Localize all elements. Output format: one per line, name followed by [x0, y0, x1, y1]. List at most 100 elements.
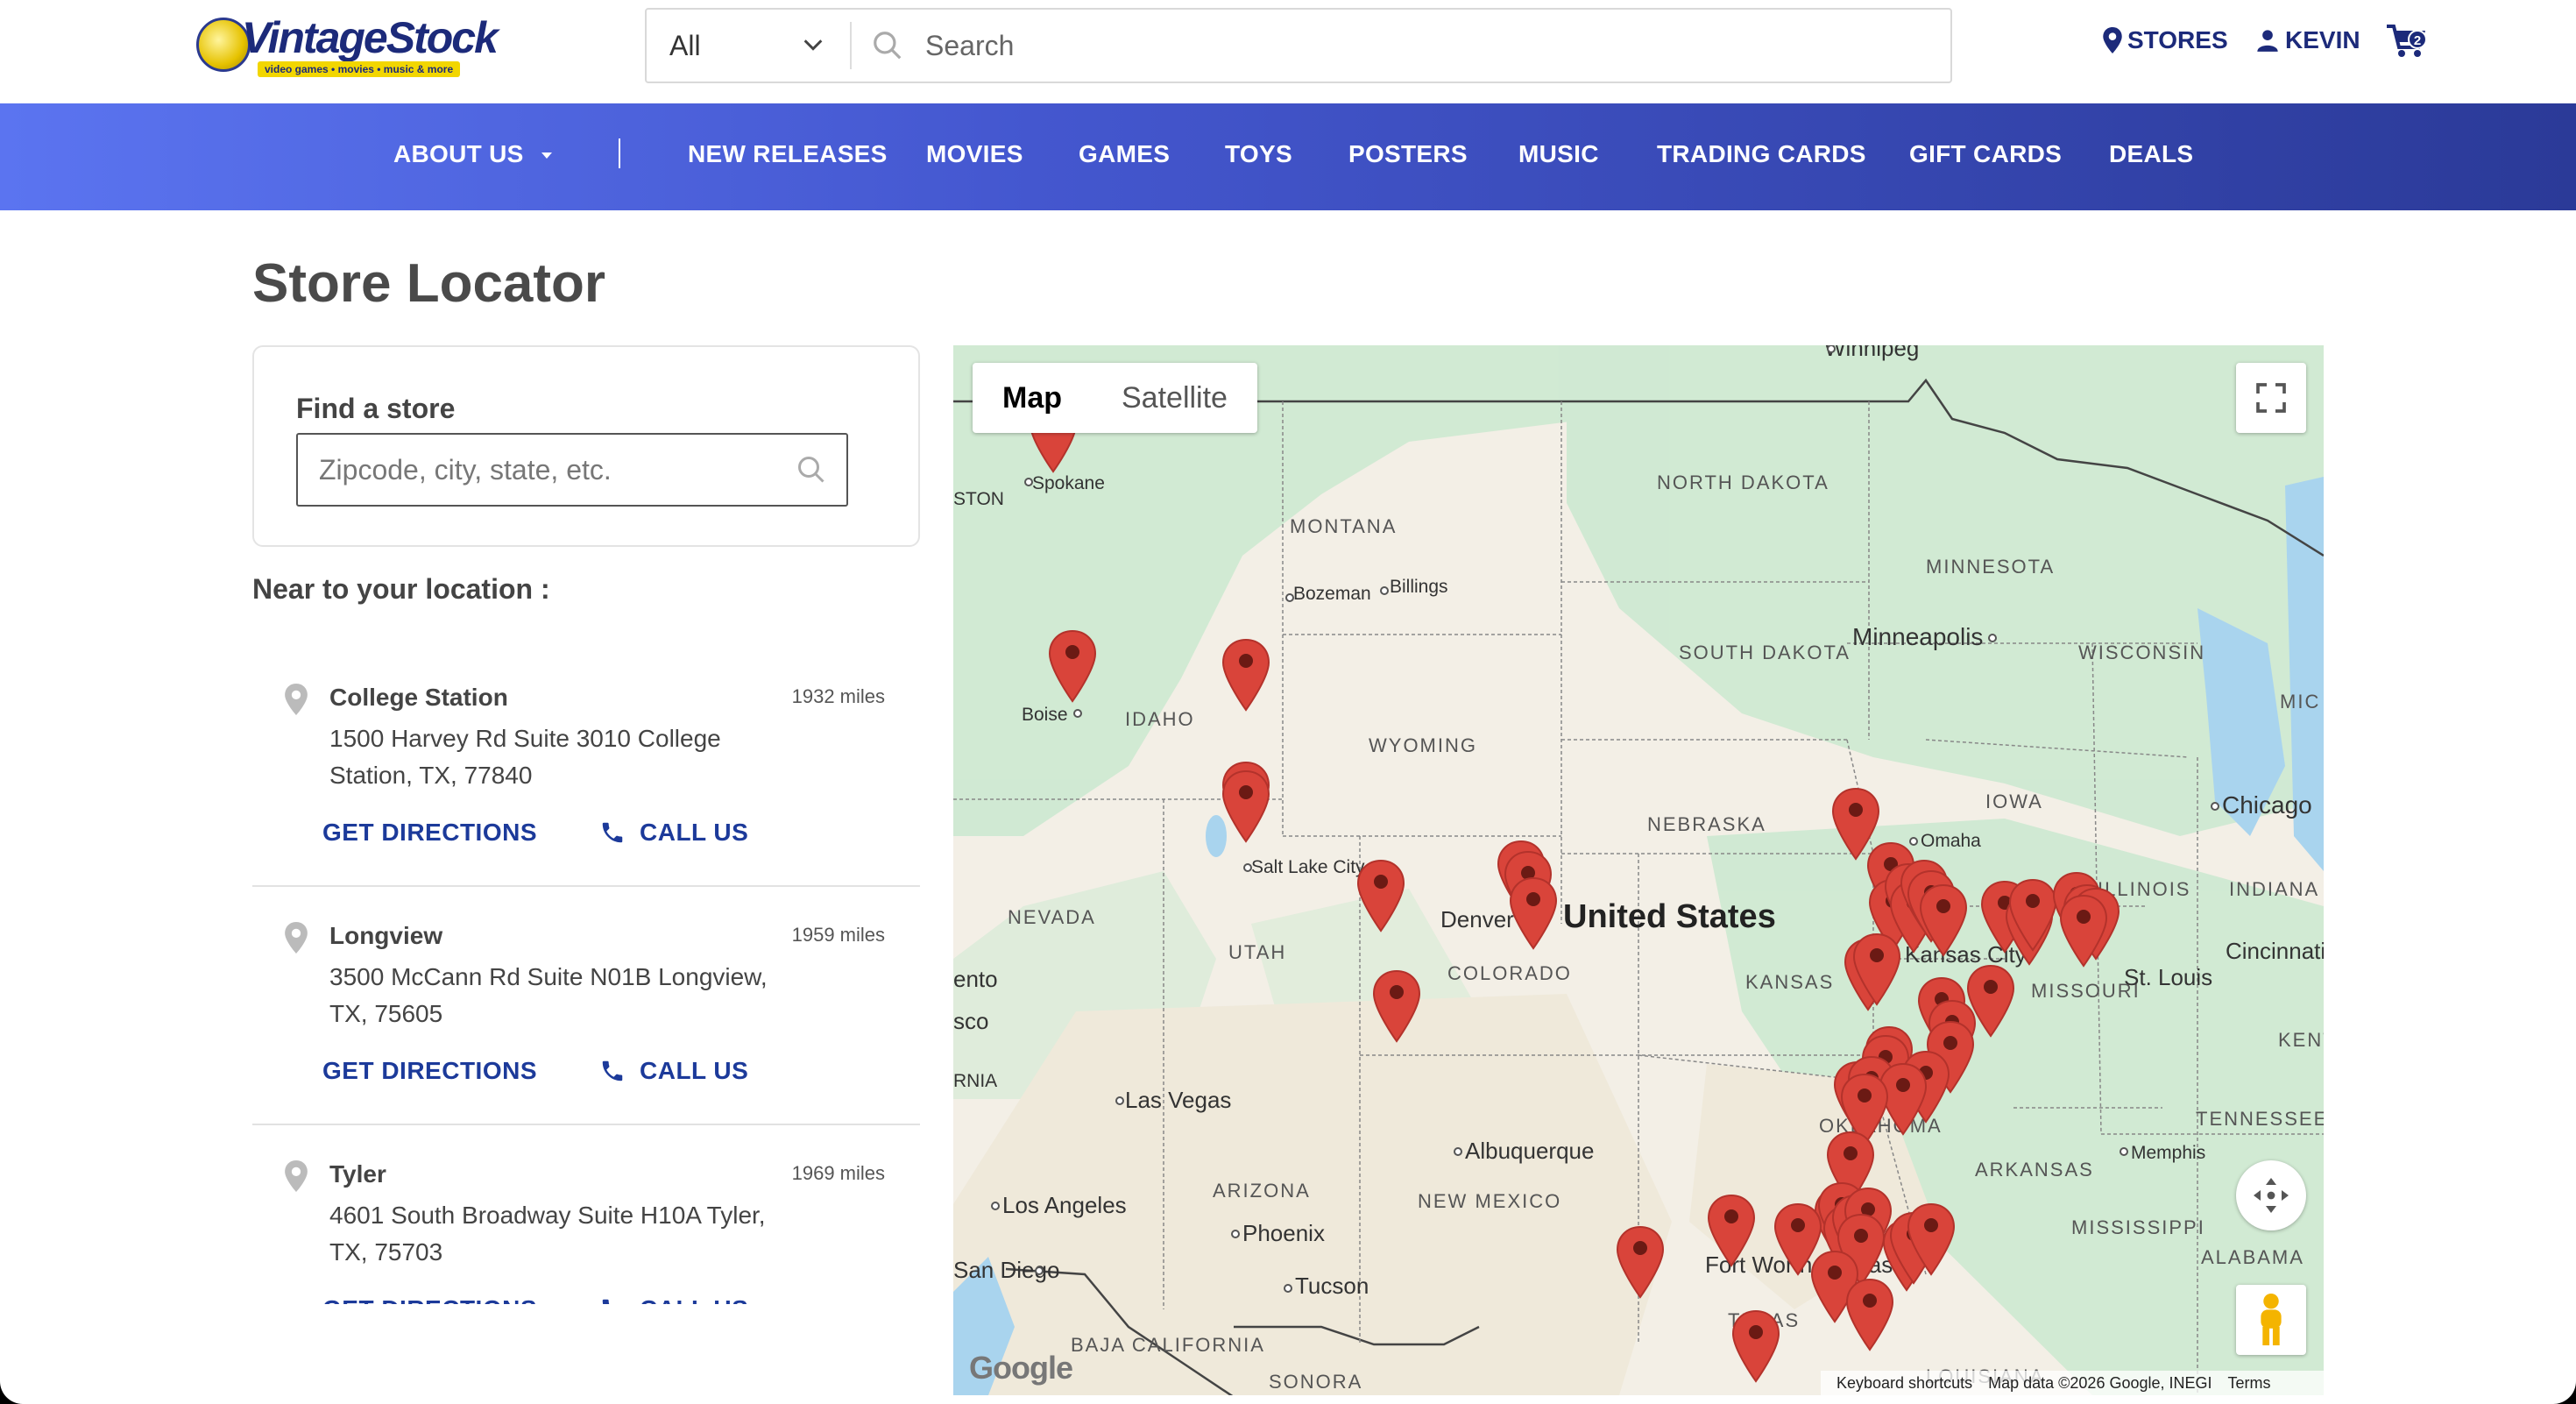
- map-label-alabama: ALABAMA: [2201, 1246, 2304, 1268]
- google-logo[interactable]: Google: [969, 1350, 1073, 1386]
- map-label-arkansas: ARKANSAS: [1975, 1159, 2094, 1181]
- map-city-las-vegas: Las Vegas: [1125, 1087, 1231, 1113]
- map-country-label: United States: [1563, 898, 1776, 935]
- camera-control-button[interactable]: [2236, 1160, 2306, 1230]
- caret-down-icon: [541, 152, 552, 160]
- location-pin-icon: [285, 684, 308, 715]
- map-city-winnipeg: Winnipeg: [1824, 345, 1919, 361]
- street-view-button[interactable]: [2236, 1285, 2306, 1355]
- map-city-salt-lake-city: Salt Lake City: [1251, 857, 1365, 877]
- search-input[interactable]: [925, 10, 1933, 82]
- map-type-control: Map Satellite: [973, 363, 1257, 433]
- map-label-indiana: INDIANA: [2229, 878, 2319, 900]
- map-city-boise: Boise: [1022, 705, 1068, 725]
- map-label-sonora: SONORA: [1269, 1371, 1362, 1393]
- nav-about-us[interactable]: ABOUT US: [393, 140, 552, 168]
- category-select[interactable]: All: [647, 10, 850, 82]
- find-store-input[interactable]: [319, 435, 792, 505]
- map-label-nebraska: NEBRASKA: [1647, 813, 1766, 835]
- map-type-satellite-button[interactable]: Satellite: [1092, 363, 1257, 433]
- nav-toys[interactable]: TOYS: [1225, 140, 1292, 168]
- phone-icon: [602, 1299, 610, 1304]
- cart-count-badge: 2: [2408, 30, 2427, 49]
- cart-link[interactable]: 2: [2385, 23, 2434, 58]
- get-directions-button[interactable]: GET DIRECTIONS: [322, 1057, 537, 1085]
- search-icon[interactable]: [796, 454, 827, 486]
- map-label-kansas: KANSAS: [1745, 971, 1834, 993]
- store-distance: 1932 miles: [791, 685, 885, 707]
- nav-music[interactable]: MUSIC: [1518, 140, 1599, 168]
- map-label-colorado: COLORADO: [1447, 962, 1572, 984]
- map-city-cincinnati: Cincinnati: [2226, 938, 2324, 964]
- map-label-michigan: MIC: [2280, 691, 2320, 713]
- map-footer: Keyboard shortcuts Map data ©2026 Google…: [1821, 1371, 2324, 1395]
- map-label-arizona: ARIZONA: [1213, 1180, 1311, 1202]
- map-city-phoenix: Phoenix: [1242, 1220, 1325, 1246]
- store-list: College Station 1932 miles 1500 Harvey R…: [252, 649, 920, 1304]
- category-selected-value: All: [669, 29, 701, 61]
- nav-games[interactable]: GAMES: [1079, 140, 1170, 168]
- store-name: Longview: [329, 922, 443, 949]
- site-header: VintageStock video games • movies • musi…: [0, 0, 2576, 103]
- map-label-north-dakota: NORTH DAKOTA: [1657, 472, 1829, 493]
- near-location-label: Near to your location :: [252, 573, 550, 605]
- store-distance: 1969 miles: [791, 1162, 885, 1184]
- map-city-billings: Billings: [1390, 577, 1448, 597]
- map-label-minnesota: MINNESOTA: [1926, 556, 2055, 578]
- find-store-label: Find a store: [296, 393, 456, 424]
- map-label-baja-california: BAJA CALIFORNIA: [1071, 1334, 1265, 1356]
- map-city-sacramento: ento: [953, 966, 998, 992]
- map-type-map-button[interactable]: Map: [973, 363, 1092, 433]
- map-city-albuquerque: Albuquerque: [1465, 1138, 1594, 1164]
- store-address: 4601 South Broadway Suite H10A Tyler, TX…: [329, 1202, 766, 1266]
- map-canvas[interactable]: NORTH DAKOTA SOUTH DAKOTA MONTANA WYOMIN…: [953, 345, 2324, 1395]
- map-city-memphis: Memphis: [2131, 1143, 2205, 1163]
- nav-movies[interactable]: MOVIES: [926, 140, 1023, 168]
- map-label-montana: MONTANA: [1290, 515, 1397, 537]
- user-label: KEVIN: [2285, 26, 2360, 53]
- find-store-field: [296, 433, 848, 507]
- call-us-button[interactable]: CALL US: [599, 1057, 748, 1085]
- stores-link[interactable]: STORES: [2103, 26, 2228, 54]
- fullscreen-button[interactable]: [2236, 363, 2306, 433]
- location-pin-icon: [285, 1160, 308, 1192]
- map-city-tucson: Tucson: [1295, 1273, 1369, 1299]
- call-us-label: CALL US: [640, 1057, 749, 1084]
- nav-gift-cards[interactable]: GIFT CARDS: [1909, 140, 2062, 168]
- nav-posters[interactable]: POSTERS: [1348, 140, 1468, 168]
- map-label-wyoming: WYOMING: [1369, 734, 1477, 756]
- map-label-utah: UTAH: [1228, 941, 1286, 963]
- map-label-california: RNIA: [953, 1071, 997, 1091]
- store-address: 3500 McCann Rd Suite N01B Longview, TX, …: [329, 963, 768, 1027]
- map-label-south-dakota: SOUTH DAKOTA: [1679, 642, 1851, 663]
- store-item: College Station 1932 miles 1500 Harvey R…: [252, 649, 920, 887]
- move-arrows-icon: [2254, 1178, 2289, 1213]
- chevron-down-icon: [803, 39, 823, 51]
- get-directions-button[interactable]: GET DIRECTIONS: [322, 1295, 537, 1304]
- map-data-attribution: Map data ©2026 Google, INEGI: [1988, 1373, 2212, 1392]
- page: VintageStock video games • movies • musi…: [0, 0, 2576, 1404]
- logo-wordmark: VintageStock: [242, 13, 499, 62]
- store-distance: 1959 miles: [791, 924, 885, 946]
- store-map[interactable]: NORTH DAKOTA SOUTH DAKOTA MONTANA WYOMIN…: [953, 345, 2324, 1395]
- search-bar: All: [645, 8, 1952, 83]
- account-link[interactable]: KEVIN: [2255, 26, 2360, 54]
- map-label-idaho: IDAHO: [1125, 708, 1195, 730]
- call-us-button[interactable]: CALL US: [599, 819, 748, 847]
- search-divider: [850, 22, 852, 69]
- call-us-button[interactable]: CALL US: [599, 1295, 748, 1304]
- nav-deals[interactable]: DEALS: [2109, 140, 2193, 168]
- vintage-stock-logo[interactable]: VintageStock video games • movies • musi…: [193, 12, 499, 77]
- store-item: Tyler 1969 miles 4601 South Broadway Sui…: [252, 1125, 920, 1304]
- nav-trading-cards[interactable]: TRADING CARDS: [1657, 140, 1866, 168]
- nav-new-releases[interactable]: NEW RELEASES: [688, 140, 888, 168]
- page-title: Store Locator: [252, 253, 606, 314]
- map-label-new-mexico: NEW MEXICO: [1418, 1190, 1561, 1212]
- get-directions-button[interactable]: GET DIRECTIONS: [322, 819, 537, 847]
- nav-separator: |: [619, 138, 620, 168]
- keyboard-shortcuts-link[interactable]: Keyboard shortcuts: [1836, 1374, 1972, 1393]
- user-icon: [2257, 30, 2278, 52]
- map-city-san-diego: San Diego: [953, 1257, 1059, 1283]
- map-city-spokane: Spokane: [1032, 473, 1105, 493]
- terms-link[interactable]: Terms: [2228, 1374, 2271, 1393]
